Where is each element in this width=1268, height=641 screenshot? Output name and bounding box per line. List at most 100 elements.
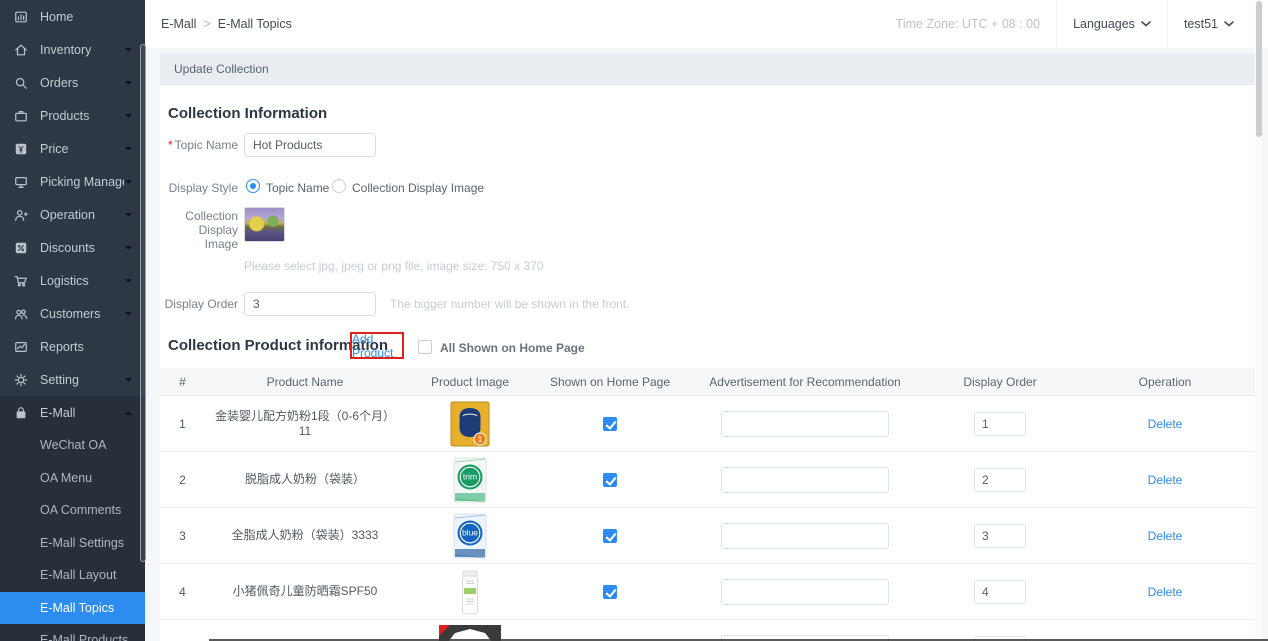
sidebar-item-setting[interactable]: Setting [0,363,145,396]
languages-dropdown[interactable]: Languages [1057,0,1167,48]
person-icon [14,208,28,222]
image-hint-text: Please select jpg, jpeg or png file, ima… [244,259,544,273]
product-image-sunscreen [461,569,479,615]
table-row [160,620,1255,641]
page-scrollbar-thumb[interactable] [1256,1,1262,137]
people-icon [14,307,28,321]
row-display-order-input[interactable] [974,580,1026,604]
display-style-label: Display Style [160,181,238,195]
languages-label: Languages [1073,17,1135,31]
submenu-item-emall-topics[interactable]: E-Mall Topics [0,592,145,625]
product-image-blue: blue [453,513,487,559]
advertisement-input[interactable] [721,523,889,549]
collection-display-image-thumbnail[interactable] [244,207,285,242]
radio-topic-name-label: Topic Name [266,181,329,195]
sidebar-item-operation[interactable]: Operation [0,198,145,231]
submenu-item-emall-products[interactable]: E-Mall Products [0,624,145,641]
shown-checkbox[interactable] [603,417,617,431]
breadcrumb-section[interactable]: E-Mall [161,17,196,31]
user-dropdown[interactable]: test51 [1168,0,1250,48]
chevron-down-icon [124,212,133,218]
shown-checkbox[interactable] [603,473,617,487]
sidebar-item-label: Logistics [40,274,124,288]
product-image-trim: trim [453,457,487,503]
user-label: test51 [1184,17,1218,31]
submenu-item-oa-menu[interactable]: OA Menu [0,462,145,495]
display-order-input[interactable] [244,292,376,316]
sidebar-item-price[interactable]: Price [0,132,145,165]
row-index: 2 [179,473,186,487]
advertisement-input[interactable] [721,411,889,437]
shown-checkbox[interactable] [603,529,617,543]
sidebar: Home Inventory Orders Products Price Pic… [0,0,145,641]
magnifier-icon [14,76,28,90]
table-row: 4 小猪佩奇儿童防晒霜SPF50 Delete [160,564,1255,620]
sidebar-item-label: Picking Manage [40,175,124,189]
display-order-label: Display Order [160,297,238,311]
sidebar-item-home[interactable]: Home [0,0,145,33]
chevron-down-icon [1224,21,1234,27]
col-header-shown: Shown on Home Page [550,375,670,389]
radio-topic-name[interactable] [246,179,260,193]
dashboard-icon [14,10,28,24]
col-header-product-image: Product Image [431,375,509,389]
display-order-hint: The bigger number will be shown in the f… [390,297,629,311]
all-shown-checkbox[interactable] [418,340,432,354]
sidebar-item-picking-manage[interactable]: Picking Manage [0,165,145,198]
row-index: 3 [179,529,186,543]
submenu-item-wechat-oa[interactable]: WeChat OA [0,429,145,462]
breadcrumb-page: E-Mall Topics [218,17,292,31]
sidebar-item-orders[interactable]: Orders [0,66,145,99]
breadcrumb-separator: > [203,17,210,31]
collection-information-heading: Collection Information [168,105,327,122]
sidebar-item-inventory[interactable]: Inventory [0,33,145,66]
advertisement-input[interactable] [721,467,889,493]
delete-button[interactable]: Delete [1148,473,1183,487]
sidebar-item-label: Price [40,142,124,156]
submenu-item-emall-layout[interactable]: E-Mall Layout [0,559,145,592]
sidebar-item-reports[interactable]: Reports [0,330,145,363]
product-name: 全脂成人奶粉（袋装）3333 [228,528,383,543]
update-collection-panel: Update Collection Collection Information… [160,53,1256,641]
submenu-item-emall-settings[interactable]: E-Mall Settings [0,527,145,560]
sidebar-scrollbar-thumb[interactable] [140,44,146,562]
sidebar-item-label: Inventory [40,43,124,57]
monitor-icon [14,175,28,189]
radio-collection-display-image[interactable] [332,179,346,193]
chevron-down-icon [124,311,133,317]
row-display-order-input[interactable] [974,524,1026,548]
row-display-order-input[interactable] [974,412,1026,436]
svg-text:blue: blue [462,527,478,537]
sidebar-item-label: Home [40,10,133,24]
sidebar-item-label: Discounts [40,241,124,255]
row-index: 4 [179,585,186,599]
mall-bag-icon [14,406,28,420]
add-product-annotation-box: Add Product [350,332,404,359]
submenu-label: OA Comments [40,503,121,517]
panel-title: Update Collection [160,53,1256,85]
sidebar-item-discounts[interactable]: Discounts [0,231,145,264]
briefcase-icon [14,109,28,123]
sidebar-item-customers[interactable]: Customers [0,297,145,330]
submenu-item-oa-comments[interactable]: OA Comments [0,494,145,527]
delete-button[interactable]: Delete [1148,417,1183,431]
shown-checkbox[interactable] [603,585,617,599]
sidebar-item-products[interactable]: Products [0,99,145,132]
advertisement-input[interactable] [721,579,889,605]
add-product-button[interactable]: Add Product [352,332,402,360]
cart-icon [14,274,28,288]
delete-button[interactable]: Delete [1148,529,1183,543]
row-display-order-input[interactable] [974,468,1026,492]
page-scrollbar-track[interactable] [1255,0,1262,641]
sidebar-item-emall[interactable]: E-Mall [0,396,145,429]
gear-icon [14,373,28,387]
table-row: 2 脱脂成人奶粉（袋装） trim Delete [160,452,1255,508]
house-icon [14,43,28,57]
products-table: # Product Name Product Image Shown on Ho… [160,368,1255,641]
submenu-label: E-Mall Layout [40,568,116,582]
topic-name-input[interactable] [244,133,376,157]
submenu-label: OA Menu [40,471,92,485]
sidebar-item-logistics[interactable]: Logistics [0,264,145,297]
delete-button[interactable]: Delete [1148,585,1183,599]
emall-submenu: WeChat OA OA Menu OA Comments E-Mall Set… [0,429,145,641]
